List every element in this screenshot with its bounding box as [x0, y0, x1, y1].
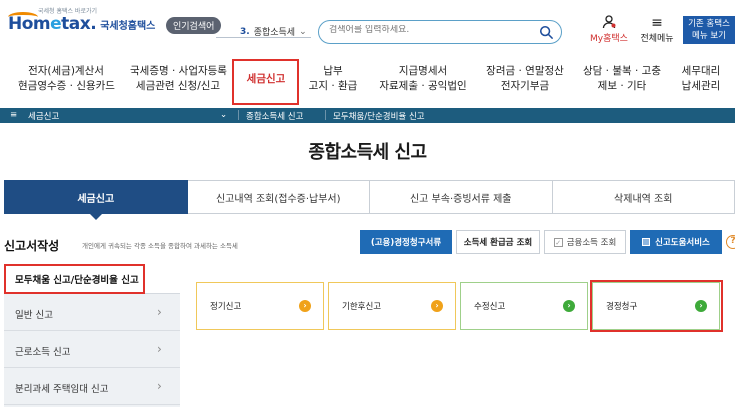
help-icon[interactable]: ?	[726, 235, 735, 249]
filing-help-service-button[interactable]: 신고도움서비스	[630, 230, 722, 254]
arrow-right-icon: ›	[299, 300, 311, 312]
logo-caption: 국세청 홈택스 바로가기	[38, 8, 98, 15]
tab-deleted-history[interactable]: 삭제내역 조회	[552, 180, 735, 214]
section-title: 신고서작성	[4, 239, 60, 253]
highlight-box-correction-claim	[590, 280, 723, 332]
chevron-right-icon: ›	[157, 379, 162, 393]
nav-item-payment-statement[interactable]: 지급명세서 자료제출 · 공익법인	[375, 64, 471, 94]
highlight-box-tax-filing	[232, 59, 299, 105]
popular-search-badge: 인기검색어	[166, 17, 222, 34]
search-input[interactable]	[329, 25, 529, 35]
breadcrumb-current[interactable]: 세금신고	[28, 110, 59, 122]
chevron-right-icon: ›	[157, 342, 162, 356]
financial-income-button[interactable]: ✓ 금융소득 조회	[544, 230, 626, 254]
chevron-down-icon[interactable]: ⌄	[299, 27, 307, 37]
logo-swoosh-icon	[8, 12, 38, 22]
breadcrumb-level3[interactable]: 모두채움/단순경비율 신고	[333, 110, 425, 122]
main-navigation: 전자(세금)계산서 현금영수증 · 신용카드 국세증명 · 사업자등록 세금관련…	[0, 58, 735, 106]
highlight-box-left-menu	[4, 264, 145, 294]
nav-item-consult[interactable]: 상담 · 불복 · 고충 제보 · 기타	[579, 64, 665, 94]
income-tax-refund-button[interactable]: 소득세 환급금 조회	[456, 230, 540, 254]
breadcrumb-divider	[238, 110, 239, 120]
correction-claim-docs-button[interactable]: (고용)경정청구서류	[360, 230, 452, 254]
logo-subtitle: 국세청홈택스	[100, 21, 156, 32]
card-late-filing[interactable]: 기한후신고 ›	[328, 282, 456, 330]
tab-attachments[interactable]: 신고 부속·증빙서류 제출	[370, 180, 553, 214]
tab-tax-filing[interactable]: 세금신고	[4, 180, 188, 220]
site-header: 국세청 홈택스 바로가기 Hometax. 국세청홈택스 인기검색어 3. 종합…	[0, 0, 735, 56]
all-menu-button[interactable]: ≡ 전체메뉴	[637, 15, 677, 44]
nav-item-certificate[interactable]: 국세증명 · 사업자등록 세금관련 신청/신고	[130, 64, 227, 94]
popular-underline	[216, 37, 311, 38]
card-amended-filing[interactable]: 수정신고 ›	[460, 282, 588, 330]
hamburger-icon: ≡	[651, 15, 663, 31]
page-title: 종합소득세 신고	[308, 142, 427, 163]
checkbox-icon: ✓	[553, 237, 563, 247]
user-icon	[588, 15, 630, 31]
breadcrumb-divider	[325, 110, 326, 120]
search-box	[318, 20, 562, 44]
arrow-right-icon: ›	[431, 300, 443, 312]
my-hometax-button[interactable]: My홈택스	[588, 15, 630, 44]
menu-icon[interactable]: ≡	[10, 110, 17, 120]
nav-item-incentive[interactable]: 장려금 · 연말정산 전자기부금	[480, 64, 570, 94]
chevron-down-icon[interactable]: ⌄	[220, 110, 227, 120]
arrow-right-icon: ›	[563, 300, 575, 312]
document-icon	[642, 238, 651, 246]
tab-bar: 세금신고 신고내역 조회(접수증·납부서) 신고 부속·증빙서류 제출 삭제내역…	[4, 180, 735, 220]
nav-item-tax-agent[interactable]: 세무대리 납세관리	[672, 64, 730, 94]
card-regular-filing[interactable]: 정기신고 ›	[196, 282, 324, 330]
nav-item-payment[interactable]: 납부 고지 · 환급	[305, 64, 361, 94]
search-icon[interactable]	[539, 25, 553, 39]
hometax-logo[interactable]: 국세청 홈택스 바로가기 Hometax. 국세청홈택스	[8, 8, 156, 34]
left-menu-item-earned-income[interactable]: 근로소득 신고 ›	[4, 332, 180, 368]
old-hometax-menu-button[interactable]: 기존 홈택스 메뉴 보기	[683, 16, 735, 44]
breadcrumb-level2[interactable]: 종합소득세 신고	[246, 110, 303, 122]
left-menu-item-general[interactable]: 일반 신고 ›	[4, 295, 180, 331]
left-menu-item-housing-rental[interactable]: 분리과세 주택임대 신고 ›	[4, 369, 180, 405]
chevron-right-icon: ›	[157, 305, 162, 319]
section-description: 개인에게 귀속되는 각종 소득을 종합하여 과세하는 소득세	[82, 242, 238, 250]
tab-filing-history[interactable]: 신고내역 조회(접수증·납부서)	[187, 180, 370, 214]
breadcrumb: ≡ 세금신고 ⌄ 종합소득세 신고 모두채움/단순경비율 신고	[0, 108, 735, 123]
nav-item-e-invoice[interactable]: 전자(세금)계산서 현금영수증 · 신용카드	[18, 64, 115, 94]
